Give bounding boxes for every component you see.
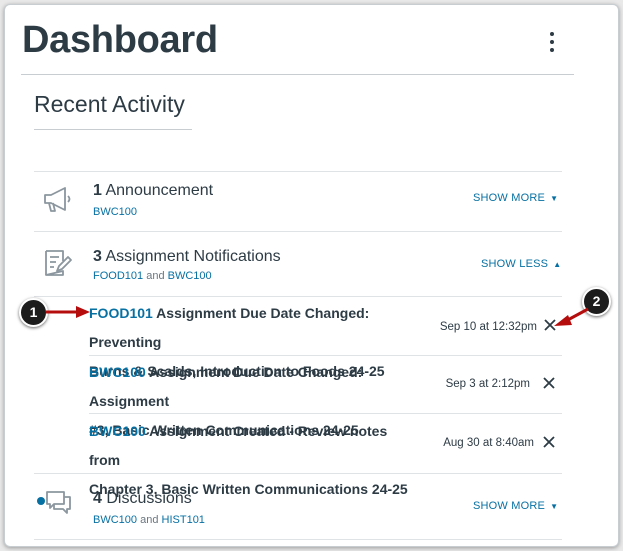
section-title-underline — [34, 129, 192, 130]
announcement-courses: BWC100 — [93, 206, 137, 218]
assignment-count: 3 — [93, 248, 102, 265]
course-joiner: and — [140, 514, 159, 526]
course-joiner: and — [146, 270, 165, 282]
section-title: Recent Activity — [34, 91, 185, 117]
chevron-up-icon: ▲ — [553, 260, 562, 269]
assignment-courses: FOOD101 and BWC100 — [93, 270, 212, 282]
item-divider — [89, 413, 562, 414]
course-link-bwc100[interactable]: BWC100 — [93, 514, 137, 526]
notification-course-link[interactable]: FOOD101 — [89, 305, 153, 321]
announcement-label: Announcement — [105, 182, 214, 199]
row-divider — [34, 171, 562, 172]
course-link-food101[interactable]: FOOD101 — [93, 270, 143, 282]
row-divider — [34, 473, 562, 474]
kebab-dot — [550, 48, 554, 52]
dismiss-close-icon[interactable] — [541, 375, 557, 391]
assignment-icon — [45, 250, 72, 276]
megaphone-icon — [44, 187, 71, 212]
discussion-count: 4 — [93, 490, 102, 507]
toggle-label: SHOW MORE — [473, 192, 546, 204]
row-divider — [34, 539, 562, 540]
dismiss-close-icon[interactable] — [541, 434, 557, 450]
course-link-bwc100[interactable]: BWC100 — [93, 206, 137, 218]
callout-arrow-icon — [554, 307, 589, 326]
row-divider — [34, 231, 562, 232]
notification-date: Sep 3 at 2:12pm — [445, 378, 530, 390]
discussion-show-more-button[interactable]: SHOW MORE ▼ — [473, 500, 558, 512]
notification-date: Aug 30 at 8:40am — [443, 437, 534, 449]
course-link-hist101[interactable]: HIST101 — [162, 514, 205, 526]
header-divider — [21, 74, 574, 75]
item-divider — [89, 355, 562, 356]
notification-date: Sep 10 at 12:32pm — [439, 321, 537, 333]
discussion-icon — [37, 491, 71, 514]
callout-arrow-icon — [46, 306, 90, 318]
discussion-courses: BWC100 and HIST101 — [93, 514, 205, 526]
options-menu-button[interactable] — [545, 30, 559, 56]
announcement-show-more-button[interactable]: SHOW MORE ▼ — [473, 192, 558, 204]
unread-dot — [37, 497, 45, 505]
toggle-label: SHOW LESS — [481, 258, 549, 270]
page-title: Dashboard — [22, 19, 218, 61]
announcement-count: 1 — [93, 182, 102, 199]
notification-course-link[interactable]: BWC100 — [89, 423, 146, 439]
chevron-down-icon: ▼ — [550, 194, 559, 203]
course-link-bwc100[interactable]: BWC100 — [168, 270, 212, 282]
assignment-show-less-button[interactable]: SHOW LESS ▲ — [481, 258, 561, 270]
assignment-summary[interactable]: 3 Assignment Notifications — [93, 248, 281, 266]
discussion-summary[interactable]: 4 Discussions — [93, 490, 192, 508]
kebab-dot — [550, 40, 554, 44]
announcement-summary[interactable]: 1 Announcement — [93, 182, 213, 200]
row-divider — [34, 296, 562, 297]
discussion-label: Discussions — [106, 490, 192, 507]
assignment-label: Assignment Notifications — [105, 248, 281, 265]
callout-badge-1: 1 — [19, 298, 48, 327]
notification-course-link[interactable]: BWC100 — [89, 364, 146, 380]
chevron-down-icon: ▼ — [550, 502, 559, 511]
toggle-label: SHOW MORE — [473, 500, 546, 512]
dashboard-window: Dashboard Recent Activity 1 Announcement… — [4, 4, 619, 547]
kebab-dot — [550, 32, 554, 36]
